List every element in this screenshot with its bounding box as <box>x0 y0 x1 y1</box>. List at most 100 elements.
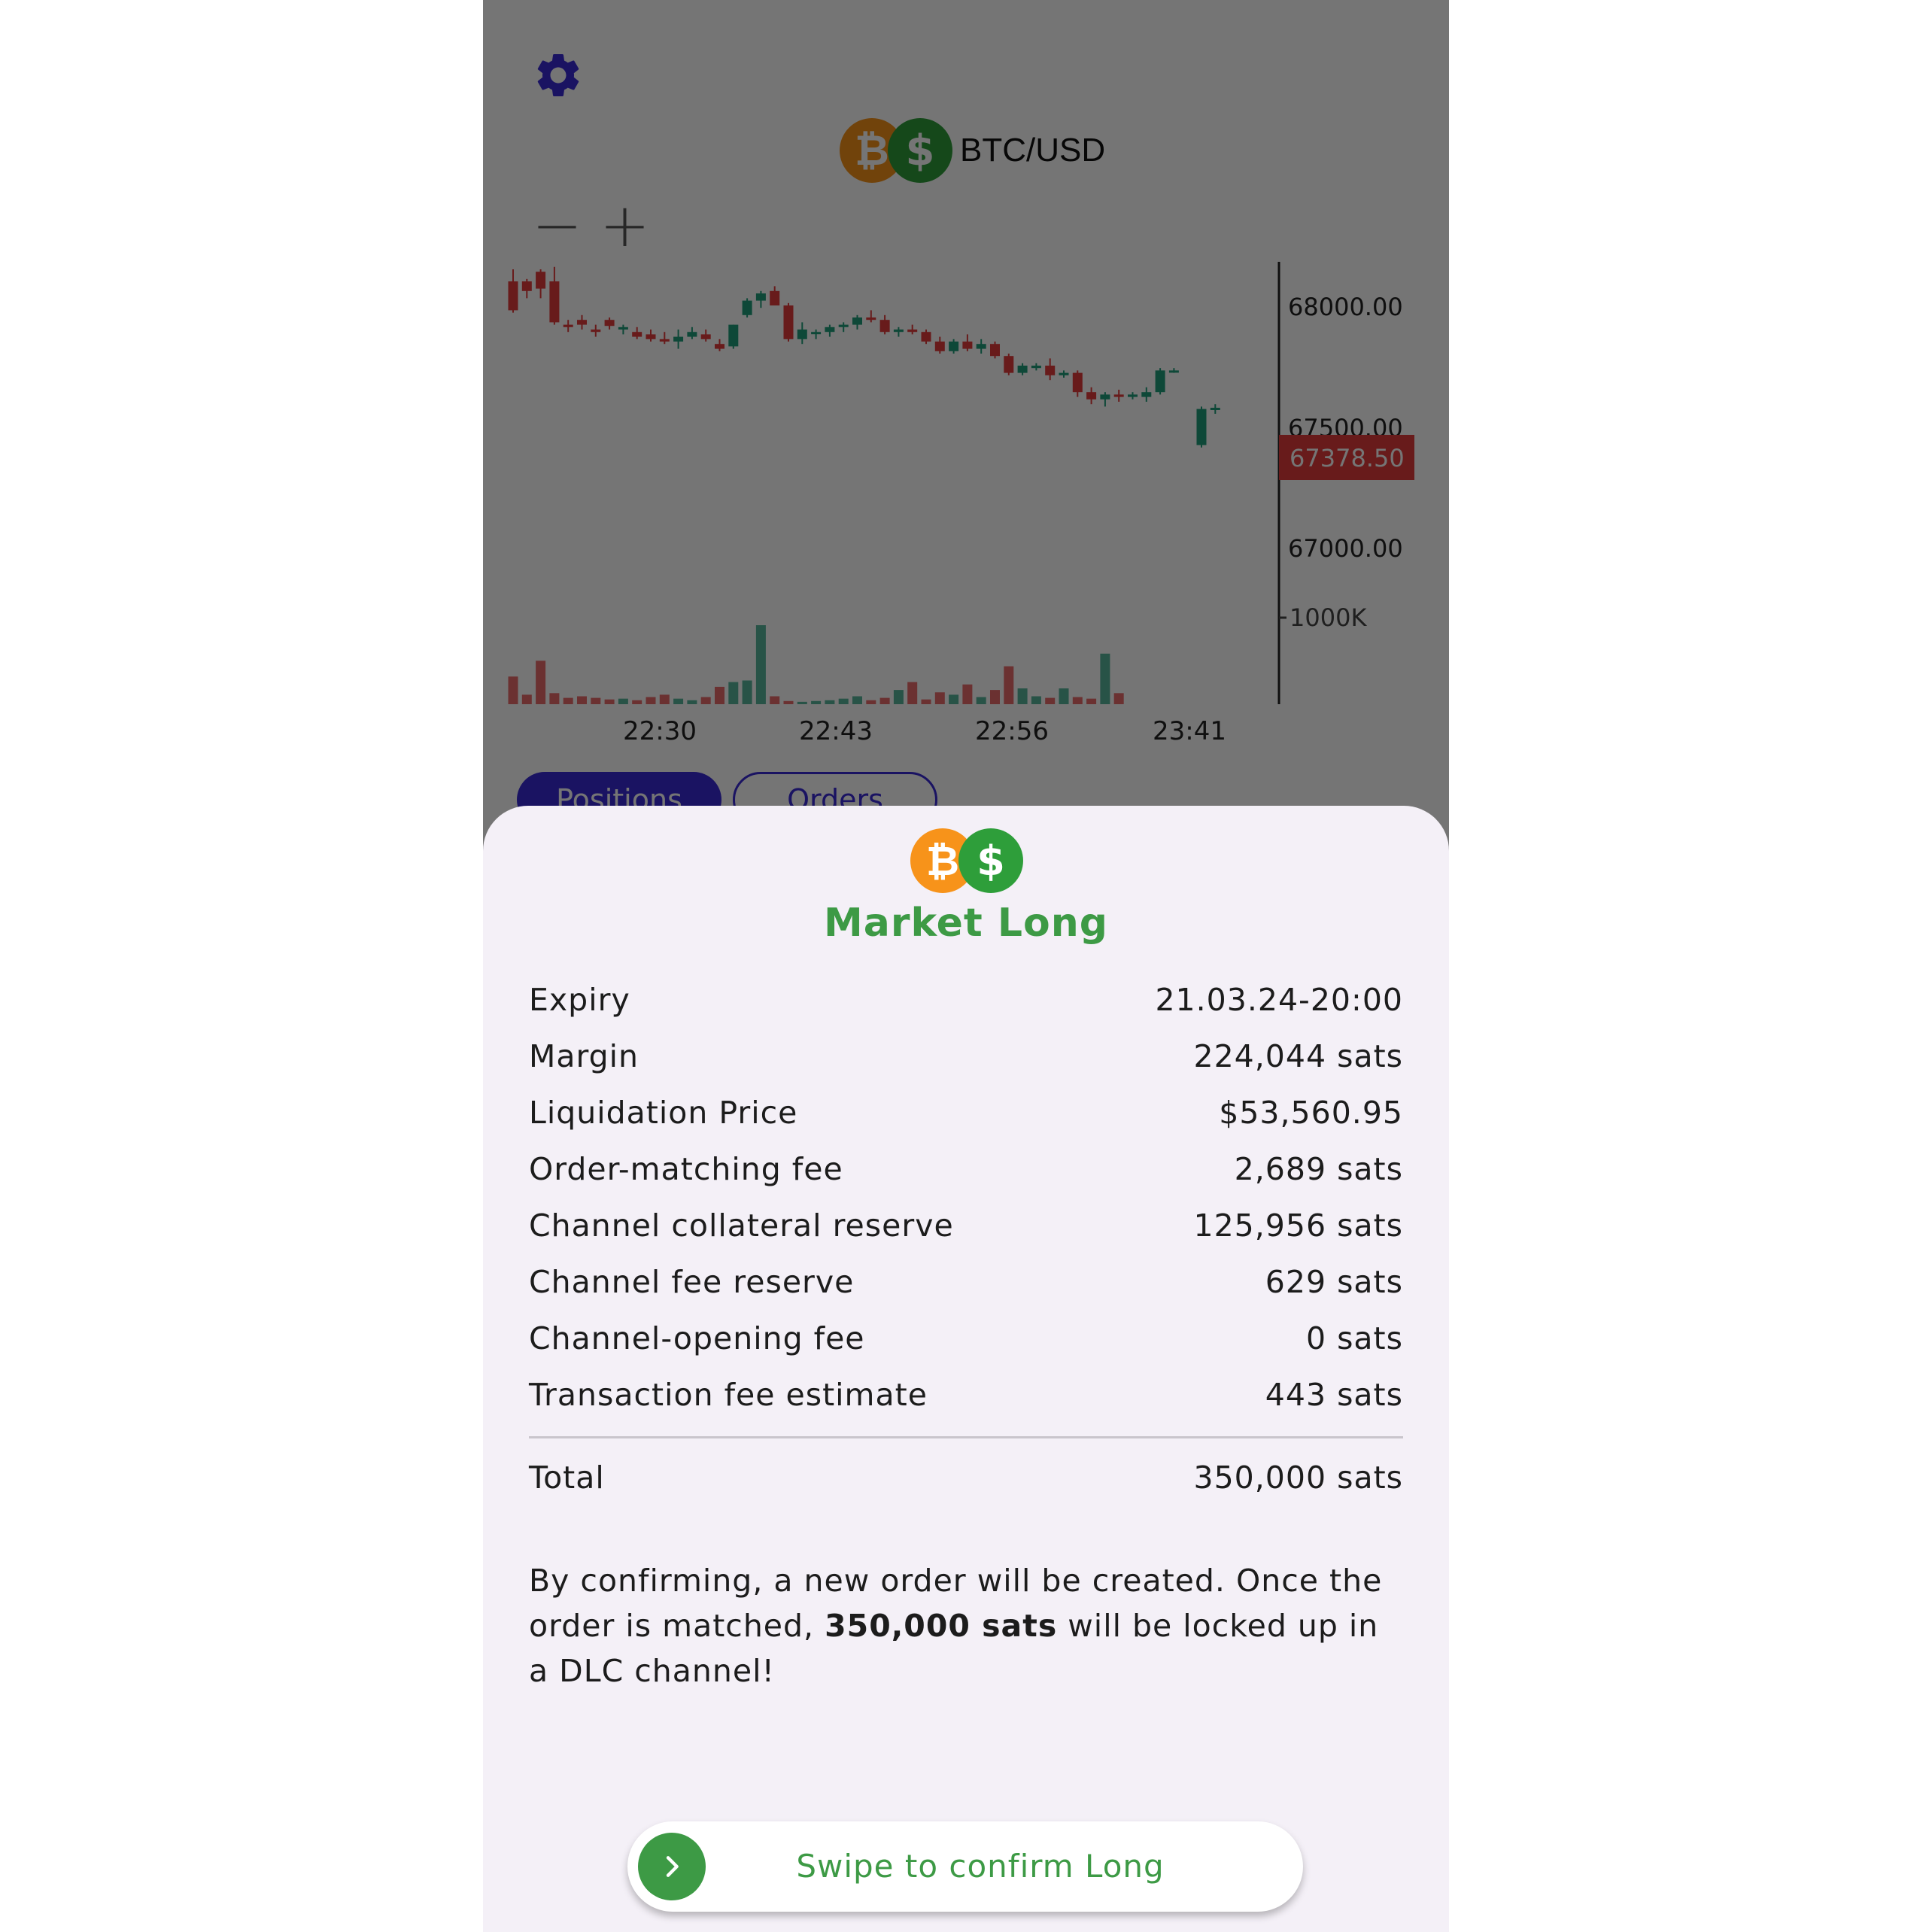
candle-body <box>838 324 849 327</box>
candle-body <box>742 300 752 315</box>
candle-body <box>976 344 986 349</box>
candle-body <box>1045 366 1056 375</box>
minus-icon[interactable]: − <box>532 196 582 256</box>
candle-body <box>536 272 546 289</box>
candle-body <box>673 336 684 342</box>
volume-bar <box>549 693 560 704</box>
pair-selector[interactable]: ₿ $ BTC/USD <box>840 117 1105 184</box>
detail-value: 443 sats <box>1265 1376 1403 1413</box>
volume-bar <box>715 686 724 704</box>
candle-body <box>577 320 587 325</box>
candle-body <box>1141 392 1152 397</box>
detail-value: 2,689 sats <box>1234 1150 1403 1187</box>
volume-bar <box>893 690 904 704</box>
volume-bar <box>825 700 835 704</box>
candle-body <box>728 324 739 347</box>
order-details: Expiry 21.03.24-20:00 Margin 224,044 sats … <box>529 971 1403 1505</box>
volume-bar <box>673 698 684 704</box>
volume-bar <box>659 694 670 704</box>
candle-body <box>783 305 794 339</box>
candle-body <box>604 320 615 327</box>
order-confirmation-sheet: ₿ $ Market Long Expiry 21.03.24-20:00 Mar… <box>483 806 1449 1932</box>
candle-body <box>921 332 931 342</box>
candle-body <box>1196 409 1207 445</box>
candle-body <box>934 342 945 351</box>
detail-label: Expiry <box>529 981 630 1018</box>
volume-bar <box>838 698 849 704</box>
detail-value: 21.03.24-20:00 <box>1155 981 1403 1018</box>
candle-body <box>1031 366 1041 369</box>
y-tick-label: 67000.00 <box>1288 534 1403 563</box>
candle-body <box>907 330 918 333</box>
volume-bar <box>687 700 697 704</box>
candle-body <box>646 334 656 339</box>
volume-bar <box>1004 666 1014 704</box>
volume-bar <box>1017 688 1028 704</box>
candle-body <box>879 320 890 333</box>
candle-body <box>1072 372 1083 393</box>
dollar-icon: $ <box>958 828 1023 893</box>
volume-bar <box>1031 696 1041 704</box>
total-value: 350,000 sats <box>1193 1459 1403 1496</box>
volume-bar <box>1100 653 1110 704</box>
candles-group <box>508 266 1220 448</box>
pair-icon: ₿ $ <box>910 828 1023 893</box>
candle-body <box>700 334 711 339</box>
confirmation-note: By confirming, a new order will be creat… <box>529 1563 1383 1689</box>
volume-bar <box>797 701 807 704</box>
detail-value: 0 sats <box>1305 1320 1403 1356</box>
volume-bar <box>646 697 656 704</box>
candle-body <box>990 344 1000 357</box>
trade-screen: ₿ $ BTC/USD − + 68000.00 67500.00 67000.… <box>483 0 1449 828</box>
volume-bar <box>811 700 822 704</box>
candle-body <box>866 317 876 320</box>
x-tick-label: 23:41 <box>1153 716 1226 746</box>
detail-label: Channel-opening fee <box>529 1320 865 1356</box>
candle-body <box>1168 370 1179 373</box>
volume-bar <box>577 696 587 704</box>
swipe-to-confirm-slider[interactable]: Swipe to confirm Long <box>627 1821 1303 1912</box>
gear-icon[interactable] <box>532 49 585 102</box>
candle-body <box>508 281 518 311</box>
detail-value: 125,956 sats <box>1193 1207 1403 1244</box>
candle-body <box>797 330 807 339</box>
total-label: Total <box>529 1459 605 1496</box>
candle-body <box>563 324 573 327</box>
candle-body <box>852 317 862 325</box>
detail-label: Channel collateral reserve <box>529 1207 954 1244</box>
x-tick-label: 22:43 <box>799 716 873 746</box>
volume-bar <box>921 699 931 704</box>
volume-bar <box>1045 697 1056 704</box>
volume-bar <box>934 692 945 704</box>
candle-body <box>549 281 560 323</box>
detail-value: 224,044 sats <box>1193 1037 1403 1074</box>
sheet-title: Market Long <box>824 901 1108 946</box>
volume-bar <box>1059 688 1069 704</box>
candle-body <box>825 327 835 333</box>
detail-row-liquidation-price: Liquidation Price $53,560.95 <box>529 1084 1403 1141</box>
candle-body <box>659 339 670 342</box>
candle-body <box>1004 356 1014 373</box>
swipe-handle[interactable] <box>638 1833 706 1900</box>
candle-body <box>770 290 780 305</box>
volume-bar <box>852 696 862 704</box>
volume-bar <box>742 680 752 704</box>
plus-icon[interactable]: + <box>600 196 650 256</box>
detail-value: 629 sats <box>1265 1263 1403 1300</box>
x-tick-label: 22:56 <box>975 716 1049 746</box>
swipe-label: Swipe to confirm Long <box>796 1848 1165 1885</box>
detail-row-expiry: Expiry 21.03.24-20:00 <box>529 971 1403 1028</box>
volume-bar <box>632 700 642 704</box>
volume-bar <box>536 661 546 704</box>
volume-bar <box>563 697 573 704</box>
volume-bar <box>783 700 794 704</box>
volume-bar <box>755 625 766 704</box>
volume-bar <box>591 697 601 704</box>
candle-body <box>1059 372 1069 375</box>
total-divider <box>529 1436 1403 1438</box>
price-chart[interactable]: 68000.00 67500.00 67000.00 67378.50 1000… <box>483 248 1449 760</box>
detail-row-collateral-reserve: Channel collateral reserve 125,956 sats <box>529 1197 1403 1253</box>
detail-label: Liquidation Price <box>529 1094 798 1131</box>
volume-bar <box>521 694 532 704</box>
volumes-group <box>508 625 1124 704</box>
